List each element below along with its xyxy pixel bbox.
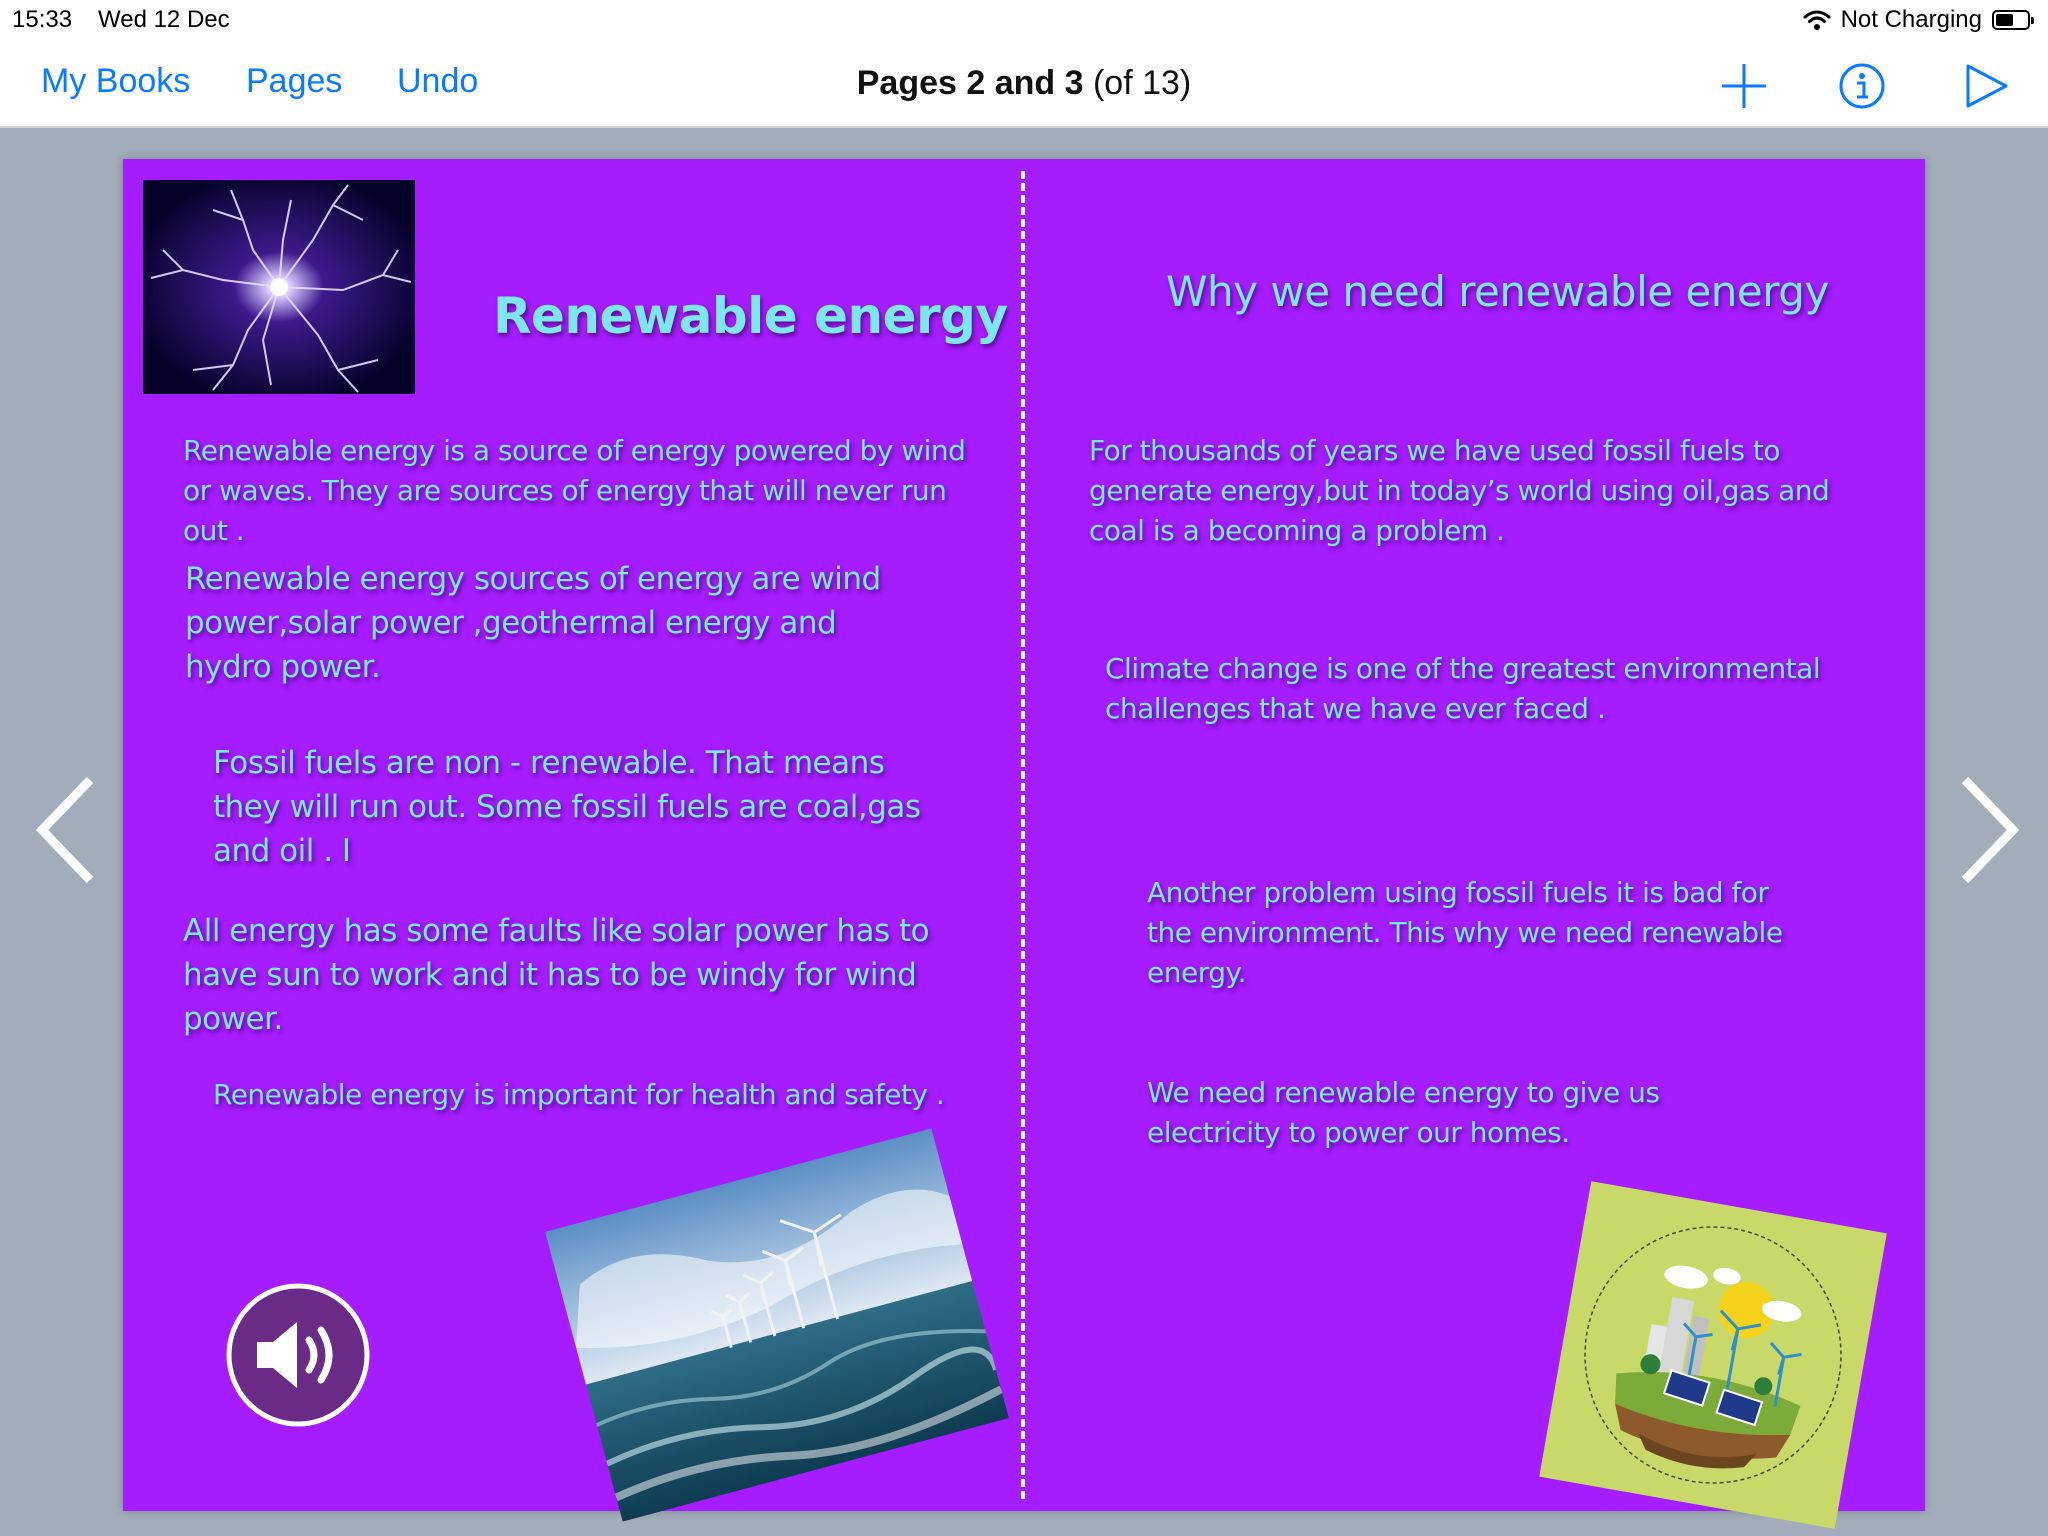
speaker-icon[interactable] <box>225 1282 371 1428</box>
right-paragraph-3: Another problem using fossil fuels it is… <box>1147 876 1783 989</box>
battery-label: Not Charging <box>1840 6 1982 33</box>
page-title-main: Pages 2 and 3 <box>856 64 1084 102</box>
left-paragraph-5: Renewable energy is important for health… <box>213 1078 945 1111</box>
status-time: 15:33 <box>12 6 73 33</box>
left-paragraph-4: All energy has some faults like solar po… <box>183 913 930 1037</box>
page-title-count: (of 13) <box>1092 64 1192 102</box>
add-icon[interactable] <box>1720 62 1768 110</box>
status-date: Wed 12 Dec <box>98 6 230 33</box>
left-paragraph-1: Renewable energy is a source of energy p… <box>183 434 966 547</box>
status-right: Not Charging <box>1803 6 2034 34</box>
battery-icon <box>1992 10 2034 30</box>
right-paragraph-4: We need renewable energy to give us elec… <box>1147 1076 1660 1149</box>
right-paragraph-2: Climate change is one of the greatest en… <box>1105 652 1821 725</box>
play-icon[interactable] <box>1962 62 2010 110</box>
next-page-arrow[interactable] <box>1955 770 2025 890</box>
book-spread: Renewable energy Renewable energy is a s… <box>123 159 1925 1529</box>
left-paragraph-3: Fossil fuels are non - renewable. That m… <box>213 745 921 869</box>
left-paragraph-2: Renewable energy sources of energy are w… <box>185 561 881 685</box>
eco-city-illustration[interactable] <box>1539 1181 1887 1529</box>
right-page-title: Why we need renewable energy <box>1166 267 1829 316</box>
battery-level <box>1996 14 2013 26</box>
wifi-icon <box>1803 10 1831 30</box>
previous-page-arrow[interactable] <box>30 770 100 890</box>
wind-turbines-sea-image[interactable] <box>544 1128 1010 1522</box>
navigation-bar: My Books Pages Undo Pages 2 and 3 (of 13… <box>0 42 2048 128</box>
status-bar: 15:33 Wed 12 Dec Not Charging <box>0 0 2048 42</box>
lightning-image[interactable] <box>143 180 415 394</box>
page-divider <box>1021 171 1025 1499</box>
left-page-title: Renewable energy <box>493 287 1008 345</box>
info-icon[interactable] <box>1838 62 1886 110</box>
right-paragraph-1: For thousands of years we have used foss… <box>1089 434 1830 547</box>
